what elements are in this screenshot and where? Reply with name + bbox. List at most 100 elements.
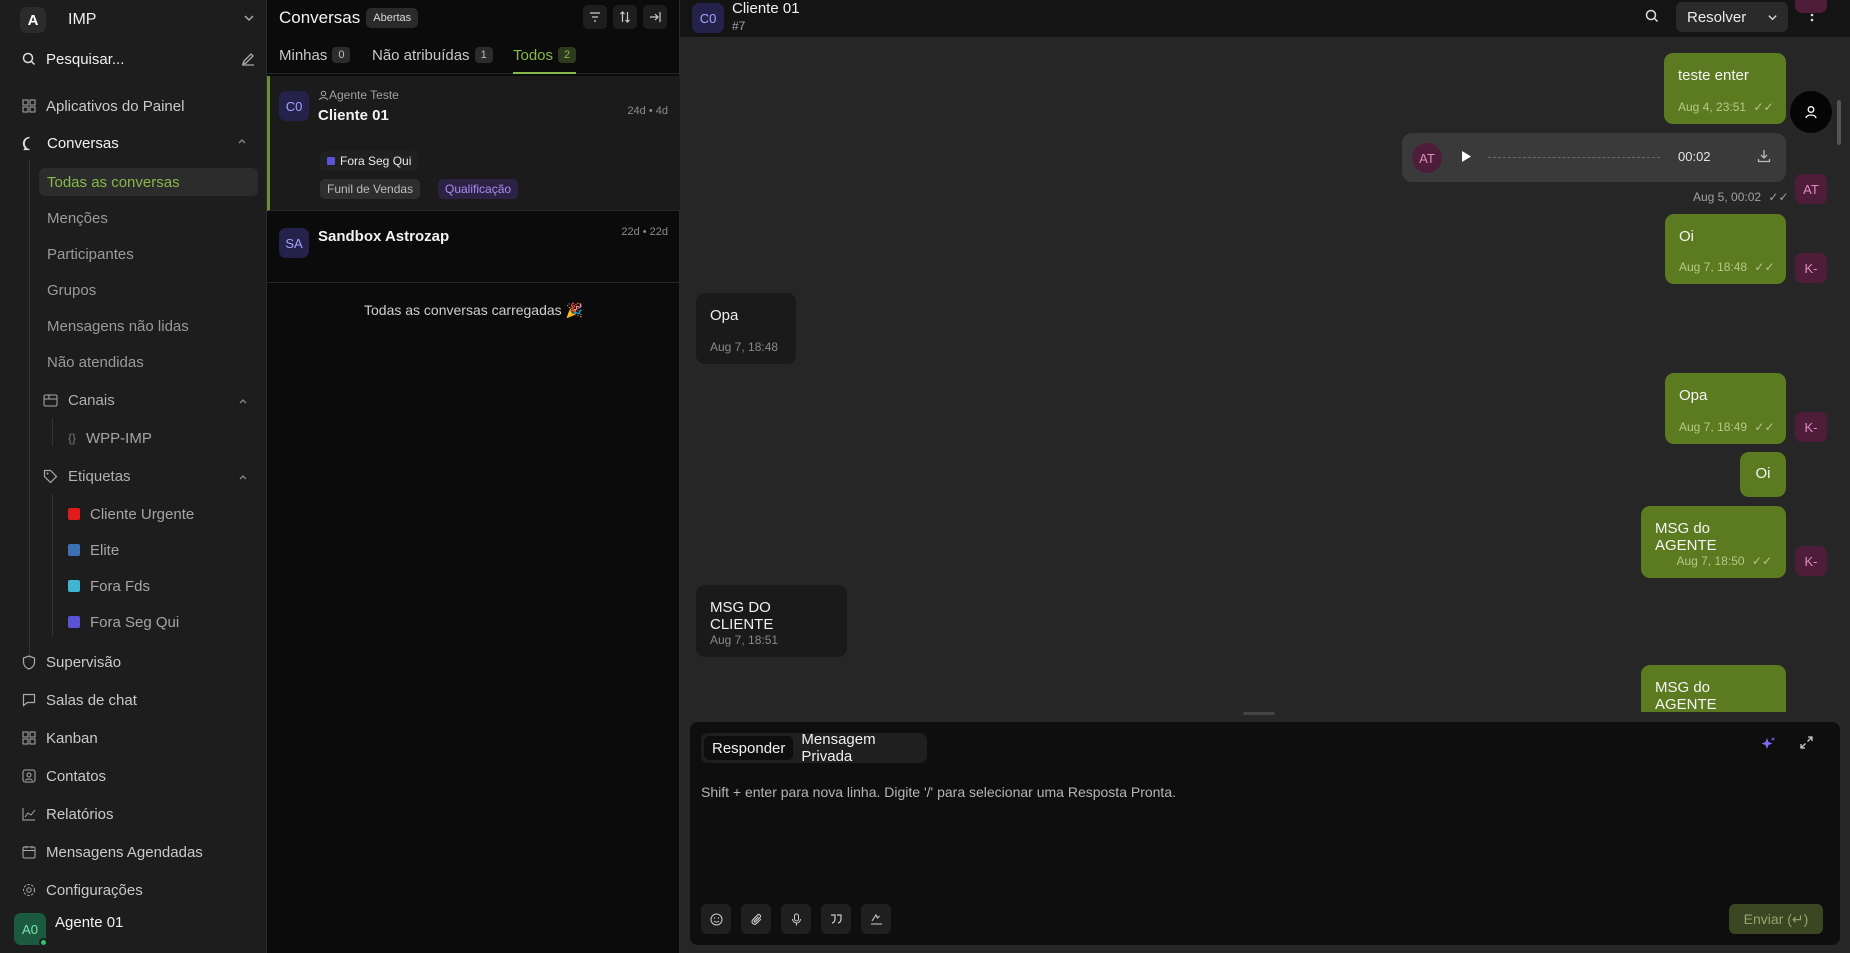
message-bubble-outgoing[interactable]: MSG do AGENTE Aug 7, 18:50 ✓✓ [1641,506,1786,578]
sidebar-group-labels[interactable]: Etiquetas [43,462,247,490]
quote-icon [831,914,842,924]
emoji-button[interactable] [701,904,731,934]
tab-all[interactable]: Todos 2 [513,40,577,74]
message-bubble-outgoing[interactable]: Opa Aug 7, 18:49 ✓✓ [1665,373,1786,444]
attach-button[interactable] [741,904,771,934]
label-name: Fora Seg Qui [90,613,180,631]
scrollbar[interactable] [1837,100,1841,145]
sidebar-item-participants[interactable]: Participantes [47,240,134,268]
conversation-item[interactable]: SA Sandbox Astrozap 22d • 22d [267,212,680,283]
avatar: SA [279,228,309,258]
app-logo: A [20,7,46,33]
sidebar-item-unread[interactable]: Mensagens não lidas [47,312,189,340]
play-button[interactable] [1460,150,1472,167]
sidebar-item-all-conversations[interactable]: Todas as conversas [39,168,258,196]
search-placeholder: Pesquisar... [46,50,125,68]
nav-label: Kanban [46,729,98,747]
contact-info-button[interactable] [1790,91,1832,133]
tab-reply[interactable]: Responder [704,736,794,760]
braces-icon: {} [68,431,77,445]
collapse-panel-button[interactable] [643,5,667,29]
expand-composer-button[interactable] [1800,736,1813,753]
sidebar-item-label-cliente-urgente[interactable]: Cliente Urgente [68,500,194,528]
message-bubble-incoming[interactable]: Opa Aug 7, 18:48 [696,293,796,364]
sidebar-item-channel-wpp[interactable]: {} WPP-IMP [68,424,152,452]
message-bubble-incoming[interactable]: MSG DO CLIENTE Aug 7, 18:51 [696,585,847,657]
nav-label: Contatos [46,767,107,785]
sidebar-item-unattended[interactable]: Não atendidas [47,348,144,376]
nav-chat-rooms[interactable]: Salas de chat [22,685,137,715]
message-text: teste enter [1678,67,1749,84]
message-bubble-outgoing[interactable]: MSG do AGENTE [1641,665,1786,713]
signature-button[interactable] [861,904,891,934]
audio-duration: 00:02 [1678,149,1711,164]
contact-name[interactable]: Cliente 01 [732,0,800,17]
user-icon [1805,106,1817,119]
avatar: A0 [14,913,48,947]
compose-button[interactable] [237,48,259,70]
nav-reports[interactable]: Relatórios [22,799,114,829]
workspace-name: IMP [68,11,97,28]
conversation-time: 22d • 22d [621,226,668,238]
chevron-up-icon [239,399,247,404]
user-icon [319,90,328,100]
tab-private-message[interactable]: Mensagem Privada [793,731,924,765]
conversation-item[interactable]: C0 Agente Teste Cliente 01 24d • 4d Fora… [267,76,680,211]
sidebar-item-mentions[interactable]: Menções [47,204,108,232]
nav-dashboard-apps[interactable]: Aplicativos do Painel [22,91,184,121]
gear-icon [23,884,35,896]
nav-label: Supervisão [46,653,122,671]
download-button[interactable] [1757,149,1771,167]
message-time: Aug 7, 18:48 ✓✓ [1679,260,1775,274]
chat-panel: C0 Cliente 01 #7 Resolver teste enter Au… [680,0,1850,953]
search-input[interactable]: Pesquisar... [14,44,218,74]
nav-contacts[interactable]: Contatos [22,761,106,791]
double-check-icon: ✓✓ [1751,554,1772,568]
avatar[interactable]: C0 [692,3,724,33]
nav-conversations[interactable]: Conversas [22,128,246,158]
sidebar-item-label-fora-fds[interactable]: Fora Fds [68,572,150,600]
message-time: Aug 7, 18:49 ✓✓ [1679,420,1775,434]
message-bubble-outgoing[interactable]: Oi Aug 7, 18:48 ✓✓ [1665,214,1786,284]
reply-mode-tabs: Responder Mensagem Privada [701,731,927,765]
workspace-switcher[interactable]: A IMP [20,7,255,33]
resolve-button[interactable]: Resolver [1676,2,1788,32]
tab-mine[interactable]: Minhas 0 [279,40,351,74]
filter-button[interactable] [583,5,607,29]
message-bubble-outgoing[interactable]: Oi [1740,452,1786,497]
current-user[interactable]: A0 Agente 01 [14,913,254,947]
avatar: C0 [279,91,309,121]
audio-progress-track[interactable] [1488,157,1660,158]
composer-resize-handle[interactable] [1243,712,1275,715]
status-filter-badge[interactable]: Abertas [366,8,419,28]
nav-supervision[interactable]: Supervisão [22,647,121,677]
conversation-tabs: Minhas 0 Não atribuídas 1 Todos 2 [267,40,680,112]
tag-chip: Funil de Vendas [320,179,421,199]
nav-label: Conversas [47,134,119,152]
expand-icon [1800,736,1813,749]
message-square-icon [22,693,36,707]
message-bubble-outgoing[interactable]: teste enter Aug 4, 23:51 ✓✓ [1664,53,1786,124]
canned-response-button[interactable] [821,904,851,934]
sidebar-item-groups[interactable]: Grupos [47,276,96,304]
record-audio-button[interactable] [781,904,811,934]
filter-icon [590,12,600,22]
conversation-list-panel: Conversas Abertas Minhas 0 Não atribuída… [267,0,680,953]
sort-button[interactable] [613,5,637,29]
ai-assist-button[interactable] [1760,736,1776,756]
avatar [1795,0,1827,13]
tab-count: 0 [332,47,351,63]
nav-scheduled-messages[interactable]: Mensagens Agendadas [22,837,203,867]
nav-kanban[interactable]: Kanban [22,723,98,753]
search-messages-button[interactable] [1645,9,1659,27]
paperclip-icon [751,913,761,925]
nav-settings[interactable]: Configurações [22,875,143,905]
sidebar-group-channels[interactable]: Canais [43,386,247,414]
label-name: Fora Fds [90,577,151,595]
sidebar-item-label-fora-seg-qui[interactable]: Fora Seg Qui [68,608,179,636]
message-input[interactable]: Shift + enter para nova linha. Digite '/… [701,784,1176,800]
tab-unassigned[interactable]: Não atribuídas 1 [372,40,493,74]
sidebar-item-label-elite[interactable]: Elite [68,536,119,564]
send-button[interactable]: Enviar (↵) [1729,904,1823,934]
chevron-up-icon [239,475,247,480]
